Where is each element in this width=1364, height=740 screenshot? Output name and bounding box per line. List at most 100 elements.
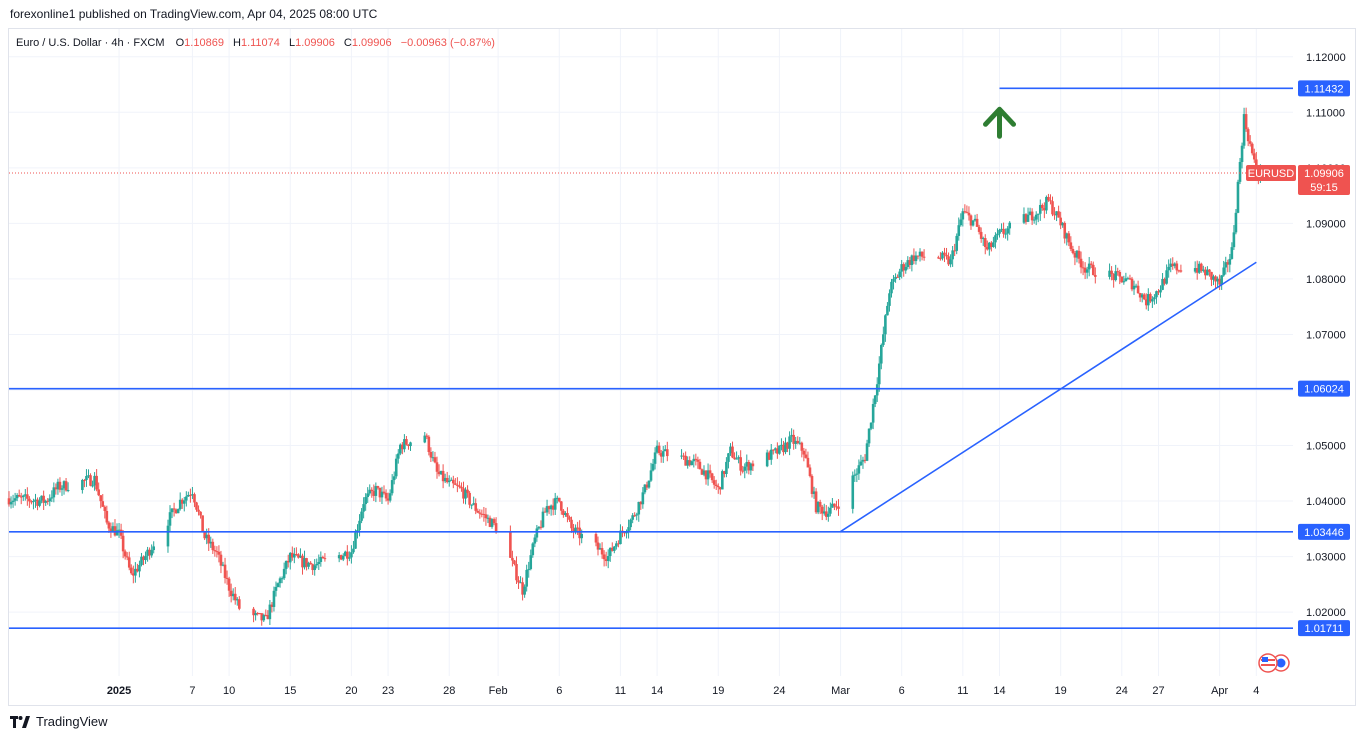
candle-body — [89, 475, 92, 486]
candle-body — [529, 555, 533, 570]
tradingview-logo-icon — [10, 715, 30, 728]
candle-body — [994, 235, 997, 243]
candle-body — [1085, 269, 1089, 273]
candle-body — [11, 500, 15, 502]
candle-body — [309, 562, 312, 565]
candle-body — [1049, 200, 1052, 202]
candle-body — [922, 256, 926, 258]
candle-body — [661, 451, 665, 457]
candle-body — [810, 476, 814, 494]
time-tick-label: 6 — [556, 685, 562, 697]
candle-body — [606, 556, 610, 562]
currency-flag-icon[interactable] — [1258, 653, 1290, 673]
candle-body — [1091, 264, 1095, 275]
candle-body — [433, 457, 437, 463]
time-tick-label: 11 — [957, 685, 968, 697]
candle-body — [882, 334, 885, 345]
tradingview-brand[interactable]: TradingView — [10, 714, 108, 729]
candle-body — [833, 503, 836, 507]
candle-body — [1250, 143, 1254, 154]
candle-body — [1222, 267, 1226, 276]
candle-body — [1089, 263, 1093, 265]
candle-body — [959, 219, 963, 226]
candle-body — [348, 557, 351, 559]
candle-body — [280, 578, 284, 580]
candle-body — [1002, 228, 1005, 234]
candle-body — [965, 211, 969, 213]
candle-body — [731, 446, 734, 458]
candle-body — [1051, 201, 1054, 215]
candle-body — [957, 225, 961, 236]
candle-body — [951, 250, 954, 260]
candle-body — [869, 422, 873, 429]
candle-body — [185, 496, 188, 501]
candle-body — [657, 445, 661, 454]
candle-body — [238, 599, 241, 609]
candle-body — [1047, 196, 1050, 201]
candle-body — [873, 395, 877, 404]
candle-body — [1153, 297, 1156, 300]
time-tick-label: Apr — [1211, 685, 1228, 697]
price-chart[interactable]: 1.120001.110001.100001.090001.080001.070… — [0, 0, 1364, 740]
candle-body — [392, 476, 396, 481]
candle-body — [1208, 269, 1211, 272]
candle-body — [533, 537, 537, 544]
time-tick-label: 20 — [345, 685, 357, 697]
candle-body — [217, 551, 221, 555]
candle-body — [358, 520, 361, 531]
time-tick-label: 4 — [1253, 685, 1259, 697]
candle-body — [409, 442, 412, 447]
candle-body — [943, 252, 946, 255]
candle-body — [478, 512, 482, 514]
candle-body — [800, 442, 804, 451]
candle-body — [1036, 213, 1040, 215]
candle-body — [829, 507, 832, 514]
candle-body — [447, 480, 451, 483]
candle-body — [890, 281, 893, 294]
candle-body — [1077, 250, 1081, 259]
time-tick-label: 28 — [443, 685, 455, 697]
candle-body — [865, 443, 869, 461]
candle-body — [743, 466, 747, 471]
candle-body — [476, 510, 480, 513]
candle-body — [38, 500, 41, 506]
up-arrow-icon[interactable] — [983, 106, 1017, 139]
candle-body — [998, 229, 1001, 234]
symbol-tag: EURUSD — [1248, 168, 1295, 180]
candle-body — [560, 501, 563, 511]
time-tick-label: 23 — [382, 685, 394, 697]
candle-body — [515, 564, 518, 581]
candle-body — [635, 514, 639, 516]
candle-body — [103, 506, 107, 511]
candle-body — [708, 470, 712, 474]
candle-body — [452, 479, 455, 484]
candle-body — [219, 554, 223, 566]
candle-body — [435, 462, 439, 472]
candle-body — [837, 506, 840, 509]
candle-body — [535, 528, 539, 538]
candle-body — [877, 363, 881, 385]
candle-body — [649, 470, 653, 481]
candle-body — [1032, 219, 1036, 221]
candle-body — [382, 491, 386, 493]
candle-body — [716, 486, 720, 488]
candle-body — [1136, 285, 1140, 294]
time-tick-label: 19 — [712, 685, 724, 697]
price-tick-label: 1.05000 — [1306, 441, 1346, 453]
price-tick-label: 1.04000 — [1306, 496, 1346, 508]
candle-body — [666, 449, 669, 457]
candle-body — [227, 578, 231, 591]
trendline[interactable] — [840, 261, 1257, 533]
legend-high-value: 1.11074 — [241, 37, 280, 49]
legend-close-value: 1.09906 — [352, 37, 392, 49]
candle-body — [967, 212, 971, 216]
candle-body — [396, 453, 400, 459]
legend-close-label: C — [344, 37, 352, 49]
candle-body — [739, 457, 742, 471]
candle-body — [323, 558, 327, 560]
candle-body — [568, 516, 571, 520]
candle-body — [95, 475, 98, 490]
candle-body — [808, 467, 812, 477]
candle-body — [1228, 258, 1232, 265]
candle-body — [513, 560, 516, 565]
